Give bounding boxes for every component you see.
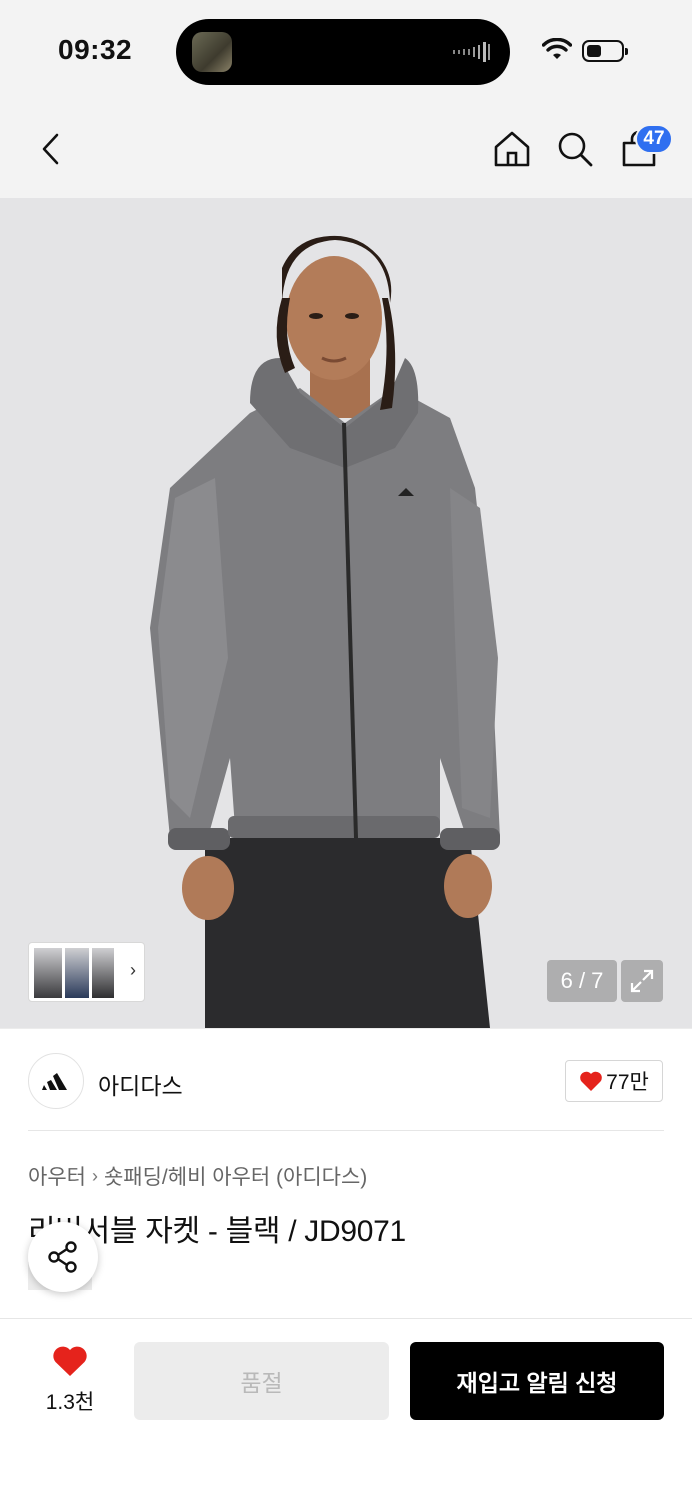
wishlist-count: 1.3천 — [45, 1391, 95, 1414]
adidas-logo-icon — [42, 1073, 67, 1090]
breadcrumb-subcategory[interactable]: 숏패딩/헤비 아우터 (아디다스) — [104, 1161, 367, 1191]
dynamic-island[interactable] — [176, 19, 510, 85]
audio-wave-icon — [453, 42, 490, 62]
search-icon — [558, 132, 593, 167]
home-icon — [494, 131, 530, 167]
share-icon — [48, 1241, 77, 1273]
chevron-right-icon[interactable]: › — [130, 960, 136, 981]
share-button[interactable] — [28, 1222, 98, 1292]
home-button[interactable] — [490, 126, 534, 172]
restock-alert-button[interactable]: 재입고 알림 신청 — [410, 1342, 664, 1420]
breadcrumb: 아우터 › 숏패딩/헤비 아우터 (아디다스) — [28, 1161, 367, 1191]
status-time: 09:32 — [58, 34, 133, 65]
thumbnail[interactable] — [92, 948, 114, 998]
wishlist-button[interactable]: 1.3천 — [30, 1345, 110, 1415]
product-image-gallery[interactable]: › 6 / 7 — [0, 198, 692, 1028]
wifi-icon — [542, 38, 572, 59]
brand-like-button[interactable]: 77만 — [565, 1060, 663, 1102]
thumbnail[interactable] — [65, 948, 89, 998]
breadcrumb-category[interactable]: 아우터 — [28, 1161, 86, 1191]
bottom-action-bar: 1.3천 품절 재입고 알림 신청 — [0, 1318, 692, 1500]
thumbnail-strip[interactable]: › — [28, 942, 145, 1002]
brand-like-count: 77만 — [606, 1071, 649, 1094]
chevron-right-icon: › — [91, 1165, 98, 1186]
heart-icon — [580, 1071, 602, 1091]
search-button[interactable] — [553, 126, 597, 172]
product-photo — [0, 198, 692, 1028]
battery-icon — [582, 40, 628, 62]
page-indicator: 6 / 7 — [547, 960, 617, 1002]
heart-icon — [53, 1346, 87, 1376]
soldout-button[interactable]: 품절 — [134, 1342, 389, 1420]
back-button[interactable] — [28, 126, 72, 172]
fullscreen-button[interactable] — [621, 960, 663, 1002]
brand-logo[interactable] — [28, 1053, 84, 1109]
expand-icon — [630, 969, 654, 993]
cart-count-badge: 47 — [635, 124, 673, 154]
now-playing-artwork — [192, 32, 232, 72]
status-bar: 09:32 — [0, 0, 692, 100]
divider — [28, 1130, 664, 1131]
top-navigation: 47 — [0, 100, 692, 198]
back-icon — [42, 133, 59, 165]
thumbnail[interactable] — [34, 948, 62, 998]
brand-name[interactable]: 아디다스 — [98, 1067, 183, 1101]
brand-row[interactable]: 아디다스 77만 — [0, 1028, 692, 1132]
